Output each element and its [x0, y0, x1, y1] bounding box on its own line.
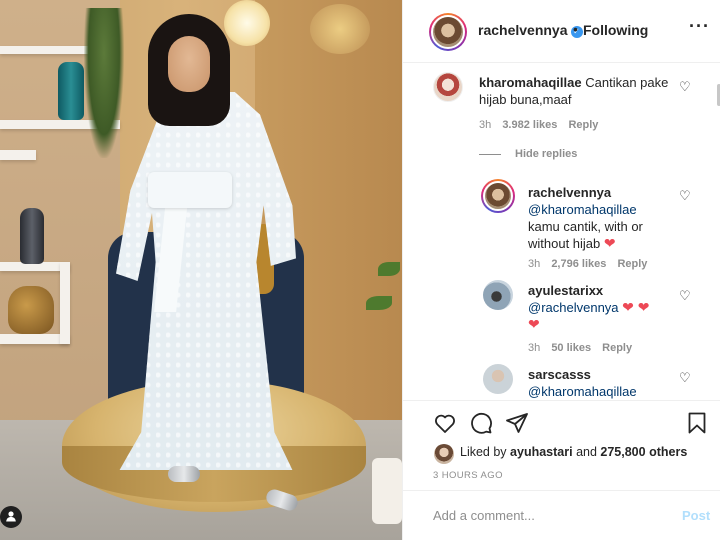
reply-likes[interactable]: 50 likes — [551, 342, 591, 354]
teal-vase — [58, 62, 84, 120]
reply-body: rachelvennya @kharomahaqillae kamu canti… — [528, 184, 678, 252]
reply-time[interactable]: 3h — [528, 258, 540, 270]
leaf — [366, 296, 392, 310]
following-button[interactable]: Following — [583, 22, 648, 38]
hide-replies-button[interactable]: Hide replies — [515, 148, 577, 160]
comment-icon[interactable] — [469, 411, 493, 435]
amber-vase — [8, 286, 54, 334]
reply-reply-button[interactable]: Reply — [617, 258, 647, 270]
liker-avatar[interactable] — [434, 444, 454, 464]
more-options-icon[interactable]: ··· — [689, 16, 710, 37]
shelf — [60, 262, 70, 344]
lamp-glow — [310, 4, 370, 54]
like-heart-icon[interactable] — [433, 411, 457, 435]
reply-time[interactable]: 3h — [528, 342, 540, 354]
comment-meta: 3h 3.982 likes Reply — [479, 119, 598, 131]
comment-body: kharomahaqillae Cantikan pake hijab buna… — [479, 74, 689, 108]
post-panel: rachelvennya ✓ • Following ··· kharomahaq… — [402, 0, 720, 540]
reply-meta: 3h 2,796 likes Reply — [528, 258, 647, 270]
comment-likes[interactable]: 3.982 likes — [502, 119, 557, 131]
post-header: rachelvennya ✓ • Following ··· — [403, 0, 720, 63]
likes-summary: Liked by ayuhastari and 275,800 others — [460, 445, 687, 459]
like-reply-heart-icon[interactable]: ♡ — [679, 370, 691, 386]
reply-mention[interactable]: @rachelvennya — [528, 300, 619, 315]
post-timestamp[interactable]: 3 HOURS AGO — [433, 470, 503, 481]
red-heart-emoji: ❤ ❤ — [622, 299, 650, 315]
separator-dot: • — [573, 21, 578, 37]
likes-count[interactable]: 275,800 others — [600, 445, 687, 459]
reply-avatar[interactable] — [483, 364, 513, 394]
pendant-lamp — [224, 0, 270, 46]
reply-avatar[interactable] — [483, 181, 513, 211]
likes-prefix: Liked by — [460, 445, 507, 459]
post-comment-button[interactable]: Post — [682, 508, 710, 523]
tagged-users-button[interactable] — [0, 506, 22, 528]
avatar[interactable] — [431, 15, 465, 49]
author-username[interactable]: rachelvennya ✓ — [478, 22, 583, 38]
reply-text: kamu cantik, with or without hijab — [528, 219, 643, 251]
reply-username[interactable]: rachelvennya — [528, 184, 678, 201]
reply-reply-button[interactable]: Reply — [602, 342, 632, 354]
save-bookmark-icon[interactable] — [685, 411, 709, 435]
reply-mention[interactable]: @kharomahaqillae — [528, 383, 678, 400]
reply-username[interactable]: sarscasss — [528, 366, 678, 383]
person-icon — [5, 510, 17, 525]
red-heart-emoji: ❤ — [603, 235, 616, 251]
comment-time[interactable]: 3h — [479, 119, 491, 131]
face — [168, 36, 210, 92]
hanging-plant — [84, 8, 124, 158]
like-reply-heart-icon[interactable]: ♡ — [679, 188, 691, 204]
comment-reply-button[interactable]: Reply — [568, 119, 598, 131]
share-icon[interactable] — [505, 411, 529, 435]
reply-body: ayulestarixx @rachelvennya ❤ ❤ ❤ — [528, 282, 678, 333]
author-username-text[interactable]: rachelvennya — [478, 22, 568, 38]
cake — [372, 458, 402, 524]
sash — [148, 172, 232, 208]
shelf — [0, 150, 36, 160]
dark-vase — [20, 208, 44, 264]
comment-username[interactable]: kharomahaqillae — [479, 75, 582, 90]
reply-body: sarscasss @kharomahaqillae — [528, 366, 678, 400]
post-photo[interactable] — [0, 0, 402, 540]
shoe — [168, 466, 200, 482]
likes-middle: and — [576, 445, 597, 459]
like-reply-heart-icon[interactable]: ♡ — [679, 288, 691, 304]
hide-replies-line — [479, 154, 501, 155]
add-comment-input[interactable]: Add a comment... — [433, 508, 535, 523]
comment-box: Add a comment... Post — [403, 490, 720, 540]
liker-username[interactable]: ayuhastari — [510, 445, 573, 459]
reply-mention[interactable]: @kharomahaqillae — [528, 201, 678, 218]
leaf — [378, 262, 400, 276]
shelf — [0, 46, 92, 54]
like-comment-heart-icon[interactable]: ♡ — [679, 79, 691, 95]
comments-list[interactable]: kharomahaqillae Cantikan pake hijab buna… — [403, 64, 720, 400]
reply-likes[interactable]: 2,796 likes — [551, 258, 606, 270]
commenter-avatar[interactable] — [433, 72, 463, 102]
reply-username[interactable]: ayulestarixx — [528, 282, 678, 299]
red-heart-emoji: ❤ — [528, 316, 540, 332]
reply-meta: 3h 50 likes Reply — [528, 342, 632, 354]
reply-avatar[interactable] — [483, 280, 513, 310]
